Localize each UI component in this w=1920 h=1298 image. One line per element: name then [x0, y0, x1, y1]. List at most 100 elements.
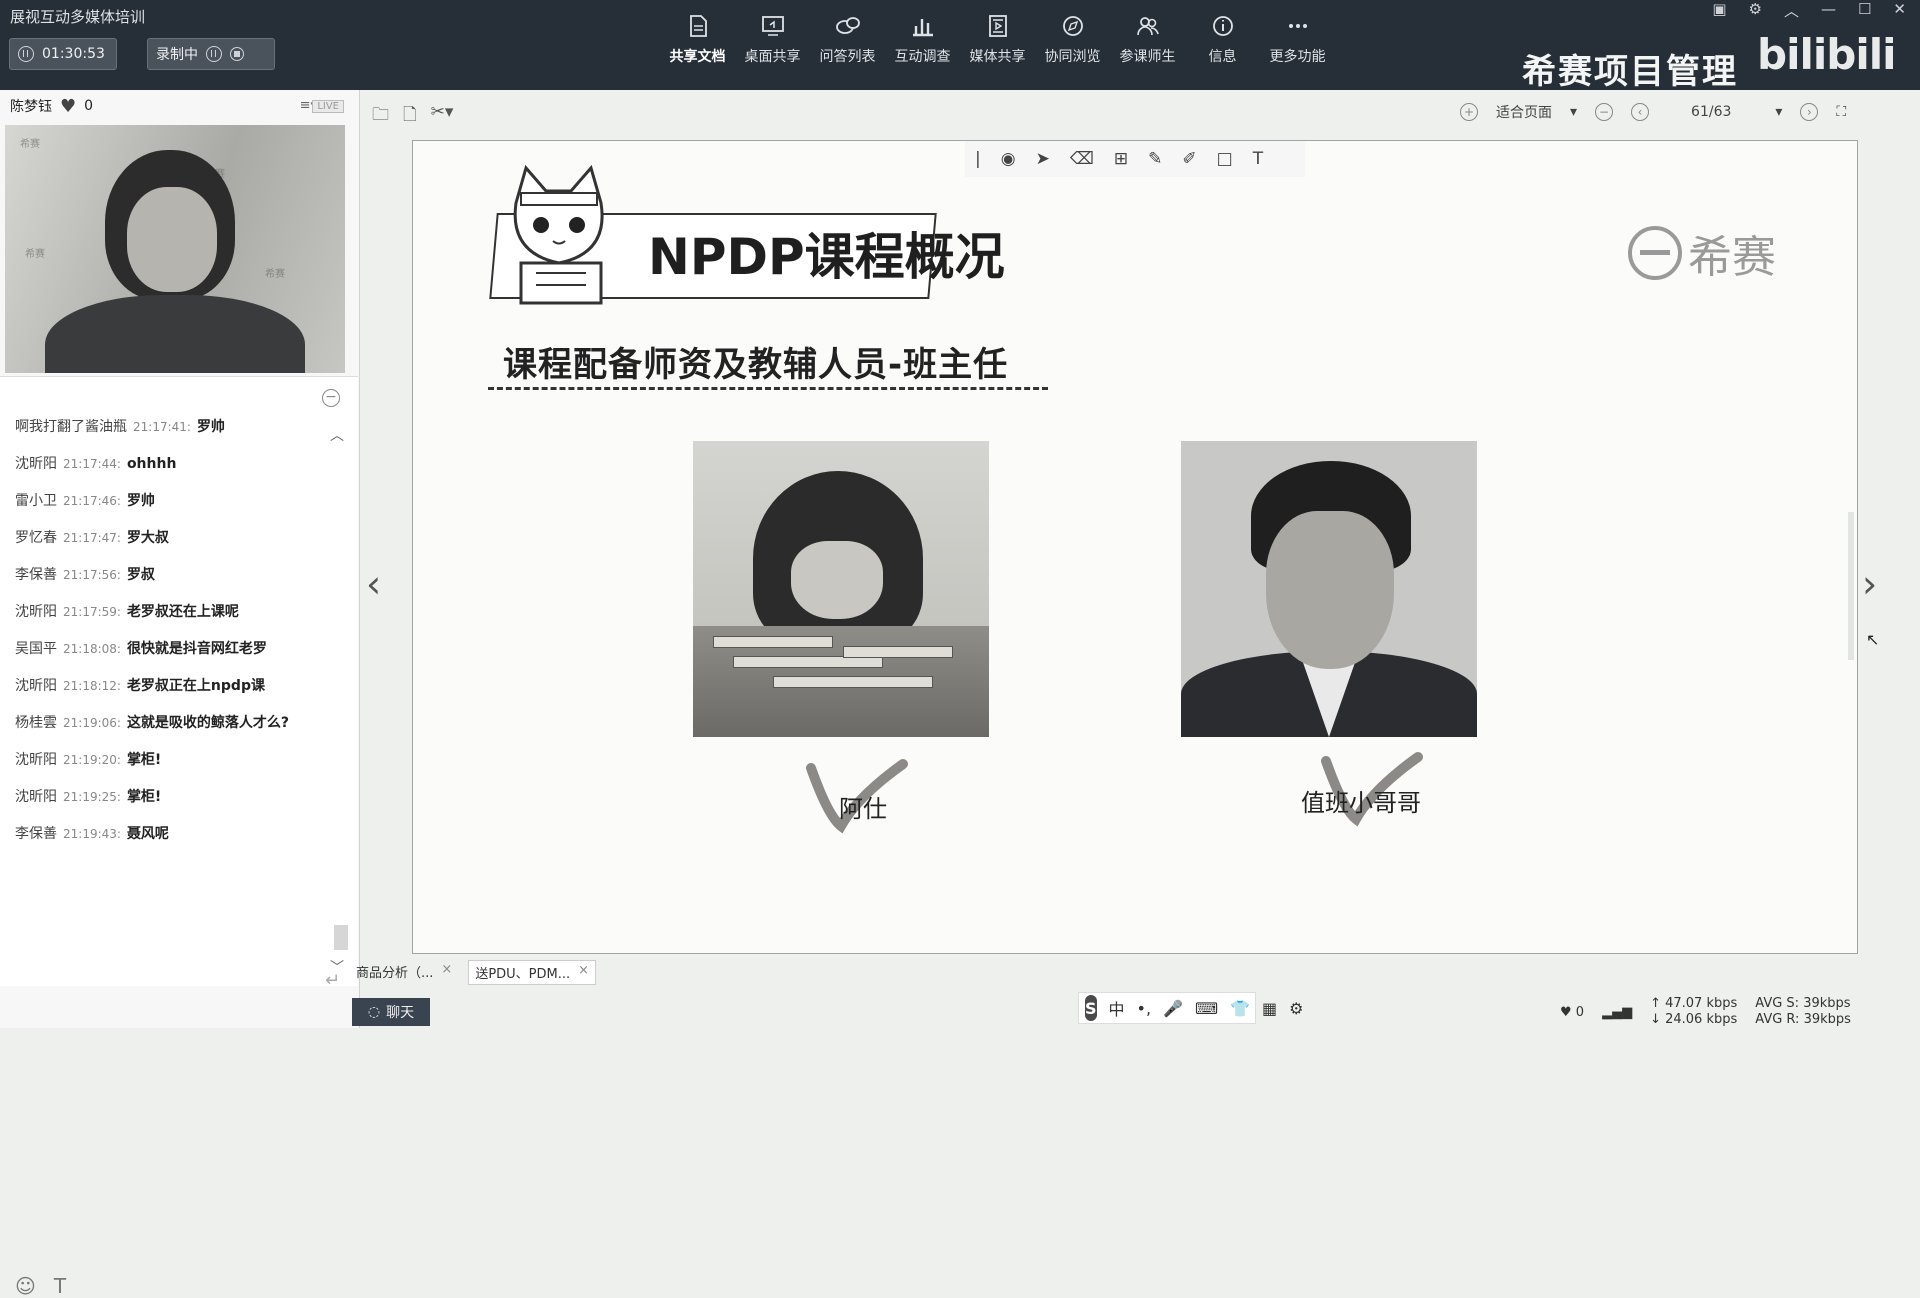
laser-pointer-icon[interactable]: ◉ — [1001, 149, 1016, 169]
heart-icon[interactable]: ♥ — [60, 96, 76, 117]
cat-mascot-icon — [513, 164, 604, 305]
ime-toolbar: S 中 •, 🎤 ⌨ 👕 ▦ ⚙ — [1078, 992, 1303, 1024]
chat-sender: 沈昕阳 — [15, 678, 57, 694]
zoom-select[interactable]: 适合页面 — [1496, 102, 1552, 122]
minimize-icon[interactable]: — — [1821, 0, 1836, 21]
eraser-icon[interactable]: ⌫ — [1070, 149, 1094, 169]
rectangle-icon[interactable]: □ — [1217, 149, 1233, 169]
chat-sender: 沈昕阳 — [15, 604, 57, 620]
like-heart-icon[interactable]: ♥ 0 — [1560, 1005, 1584, 1020]
chat-sender: 沈昕阳 — [15, 789, 57, 805]
text-format-icon[interactable]: T — [54, 1274, 66, 1298]
doc-tab[interactable]: 送PDU、PDM... × — [468, 960, 597, 985]
pause-icon — [18, 46, 34, 62]
send-icon[interactable]: ↵ — [325, 970, 340, 991]
tool-participants[interactable]: 参课师生 — [1110, 14, 1185, 76]
keyboard-icon[interactable]: ⌨ — [1195, 999, 1218, 1018]
ime-settings-icon[interactable]: ⚙ — [1289, 999, 1303, 1018]
close-icon[interactable]: ✕ — [1893, 0, 1906, 21]
record-stop-icon[interactable] — [230, 47, 244, 61]
next-page-icon[interactable]: › — [1800, 103, 1819, 121]
chat-time: 21:17:41: — [133, 420, 191, 434]
bilibili-logo: bilibili — [1757, 30, 1897, 79]
pen-icon[interactable]: ✐ — [1182, 149, 1196, 169]
fit-screen-icon[interactable]: ⛶ — [1836, 104, 1846, 120]
chat-text: 罗叔 — [126, 567, 155, 583]
emoji-icon[interactable]: ☺ — [15, 1274, 36, 1298]
chat-scrollbar-thumb[interactable] — [334, 925, 348, 950]
scissors-icon[interactable]: ✂▾ — [431, 102, 454, 131]
left-panel: 陈梦钰 ♥ 0 ≡▾ LIVE 希赛 希赛 希赛 希赛 − ︿ ﹀ 啊我打翻了酱… — [0, 90, 360, 1298]
doc-tab[interactable]: 商品分析（... × — [350, 960, 458, 985]
signal-icon: ▂▄▆ — [1602, 1004, 1633, 1020]
timer-pill[interactable]: 01:30:53 — [9, 38, 117, 70]
skin-icon[interactable]: 👕 — [1230, 999, 1250, 1018]
close-tab-icon[interactable]: × — [578, 963, 589, 982]
app-title: 展视互动多媒体培训 — [10, 8, 146, 26]
presenter-body — [45, 295, 305, 373]
teacher-name: 阿仕 — [839, 795, 887, 823]
tool-info[interactable]: 信息 — [1185, 14, 1260, 76]
new-file-icon[interactable]: 🗋 — [403, 102, 417, 131]
open-folder-icon[interactable]: 🗀 — [372, 102, 389, 131]
chat-time: 21:18:12: — [63, 679, 121, 693]
next-slide-arrow[interactable]: › — [1862, 562, 1877, 606]
info-icon — [1212, 16, 1233, 36]
tool-media-share[interactable]: 媒体共享 — [960, 14, 1035, 76]
microphone-icon[interactable]: 🎤 — [1163, 999, 1183, 1018]
chat-message: 杨桂雲 21:19:06: 这就是吸收的鲸落人才么? — [15, 713, 325, 733]
document-toolbar: 🗀 🗋 ✂▾ + 适合页面 ▾ − ‹ 61/63 ▾ › ⛶ — [360, 96, 1920, 130]
punctuation-icon[interactable]: •, — [1137, 999, 1152, 1018]
highlighter-icon[interactable]: ✎ — [1148, 149, 1162, 169]
prev-page-icon[interactable]: ‹ — [1631, 103, 1650, 121]
collapse-icon[interactable]: ︿ — [1784, 0, 1799, 21]
close-tab-icon[interactable]: × — [441, 962, 452, 983]
chat-time: 21:19:25: — [63, 790, 121, 804]
settings-icon[interactable]: ⚙ — [1749, 0, 1762, 21]
drag-handle-icon[interactable]: | — [975, 149, 981, 169]
collapse-chat-icon[interactable]: − — [322, 389, 340, 407]
top-bar: 展视互动多媒体培训 01:30:53 录制中 共享文档 桌面共享 问答列表 互动… — [0, 0, 1920, 92]
tool-survey[interactable]: 互动调查 — [885, 14, 960, 76]
chat-sender: 杨桂雲 — [15, 715, 57, 731]
page-dropdown-icon[interactable]: ▾ — [1775, 104, 1782, 120]
record-pause-icon[interactable] — [206, 46, 222, 62]
chat-text: 老罗叔正在上npdp课 — [126, 678, 265, 694]
scroll-up-icon[interactable]: ︿ — [330, 425, 344, 445]
sogou-icon[interactable]: S — [1085, 995, 1097, 1021]
chat-time: 21:19:20: — [63, 753, 121, 767]
zoom-out-icon[interactable]: − — [1595, 103, 1614, 121]
live-badge: LIVE — [312, 100, 344, 113]
xisai-logo: 希赛 — [1628, 221, 1776, 285]
layout-icon[interactable]: ▣ — [1712, 0, 1726, 21]
tool-desktop-share[interactable]: 桌面共享 — [735, 14, 810, 76]
chat-text: ohhhh — [126, 456, 177, 472]
maximize-icon[interactable]: ☐ — [1858, 0, 1871, 21]
chat-button[interactable]: ◌ 聊天 — [352, 998, 430, 1026]
chat-text: 聂风呢 — [126, 826, 169, 842]
text-tool-icon[interactable]: T — [1253, 149, 1263, 169]
zoom-dropdown-icon[interactable]: ▾ — [1570, 104, 1577, 120]
clear-icon[interactable]: ⊞ — [1114, 149, 1128, 169]
cursor-icon[interactable]: ➤ — [1036, 149, 1050, 169]
tool-co-browse[interactable]: 协同浏览 — [1035, 14, 1110, 76]
doc-tools: 🗀 🗋 ✂▾ — [372, 102, 453, 131]
people-icon — [1136, 17, 1159, 36]
survey-icon — [912, 19, 933, 37]
document-icon — [689, 15, 707, 37]
tool-qa-list[interactable]: 问答列表 — [810, 14, 885, 76]
tool-share-document[interactable]: 共享文档 — [660, 14, 735, 76]
previous-slide-arrow[interactable]: ‹ — [366, 562, 381, 606]
dashed-divider — [488, 387, 1048, 390]
tool-more[interactable]: 更多功能 — [1260, 14, 1335, 76]
chat-message: 李保善 21:19:43: 聂风呢 — [15, 824, 325, 844]
chat-time: 21:19:43: — [63, 827, 121, 841]
ime-mode[interactable]: 中 — [1109, 996, 1125, 1020]
zoom-in-icon[interactable]: + — [1460, 103, 1478, 121]
assistant-name: 值班小哥哥 — [1301, 789, 1421, 817]
watermark: 希赛 — [25, 249, 45, 260]
chat-sender: 李保善 — [15, 826, 57, 842]
page-indicator[interactable]: 61/63 — [1691, 104, 1731, 120]
slide-scroll-strip[interactable] — [1848, 512, 1854, 660]
apps-icon[interactable]: ▦ — [1262, 999, 1277, 1018]
